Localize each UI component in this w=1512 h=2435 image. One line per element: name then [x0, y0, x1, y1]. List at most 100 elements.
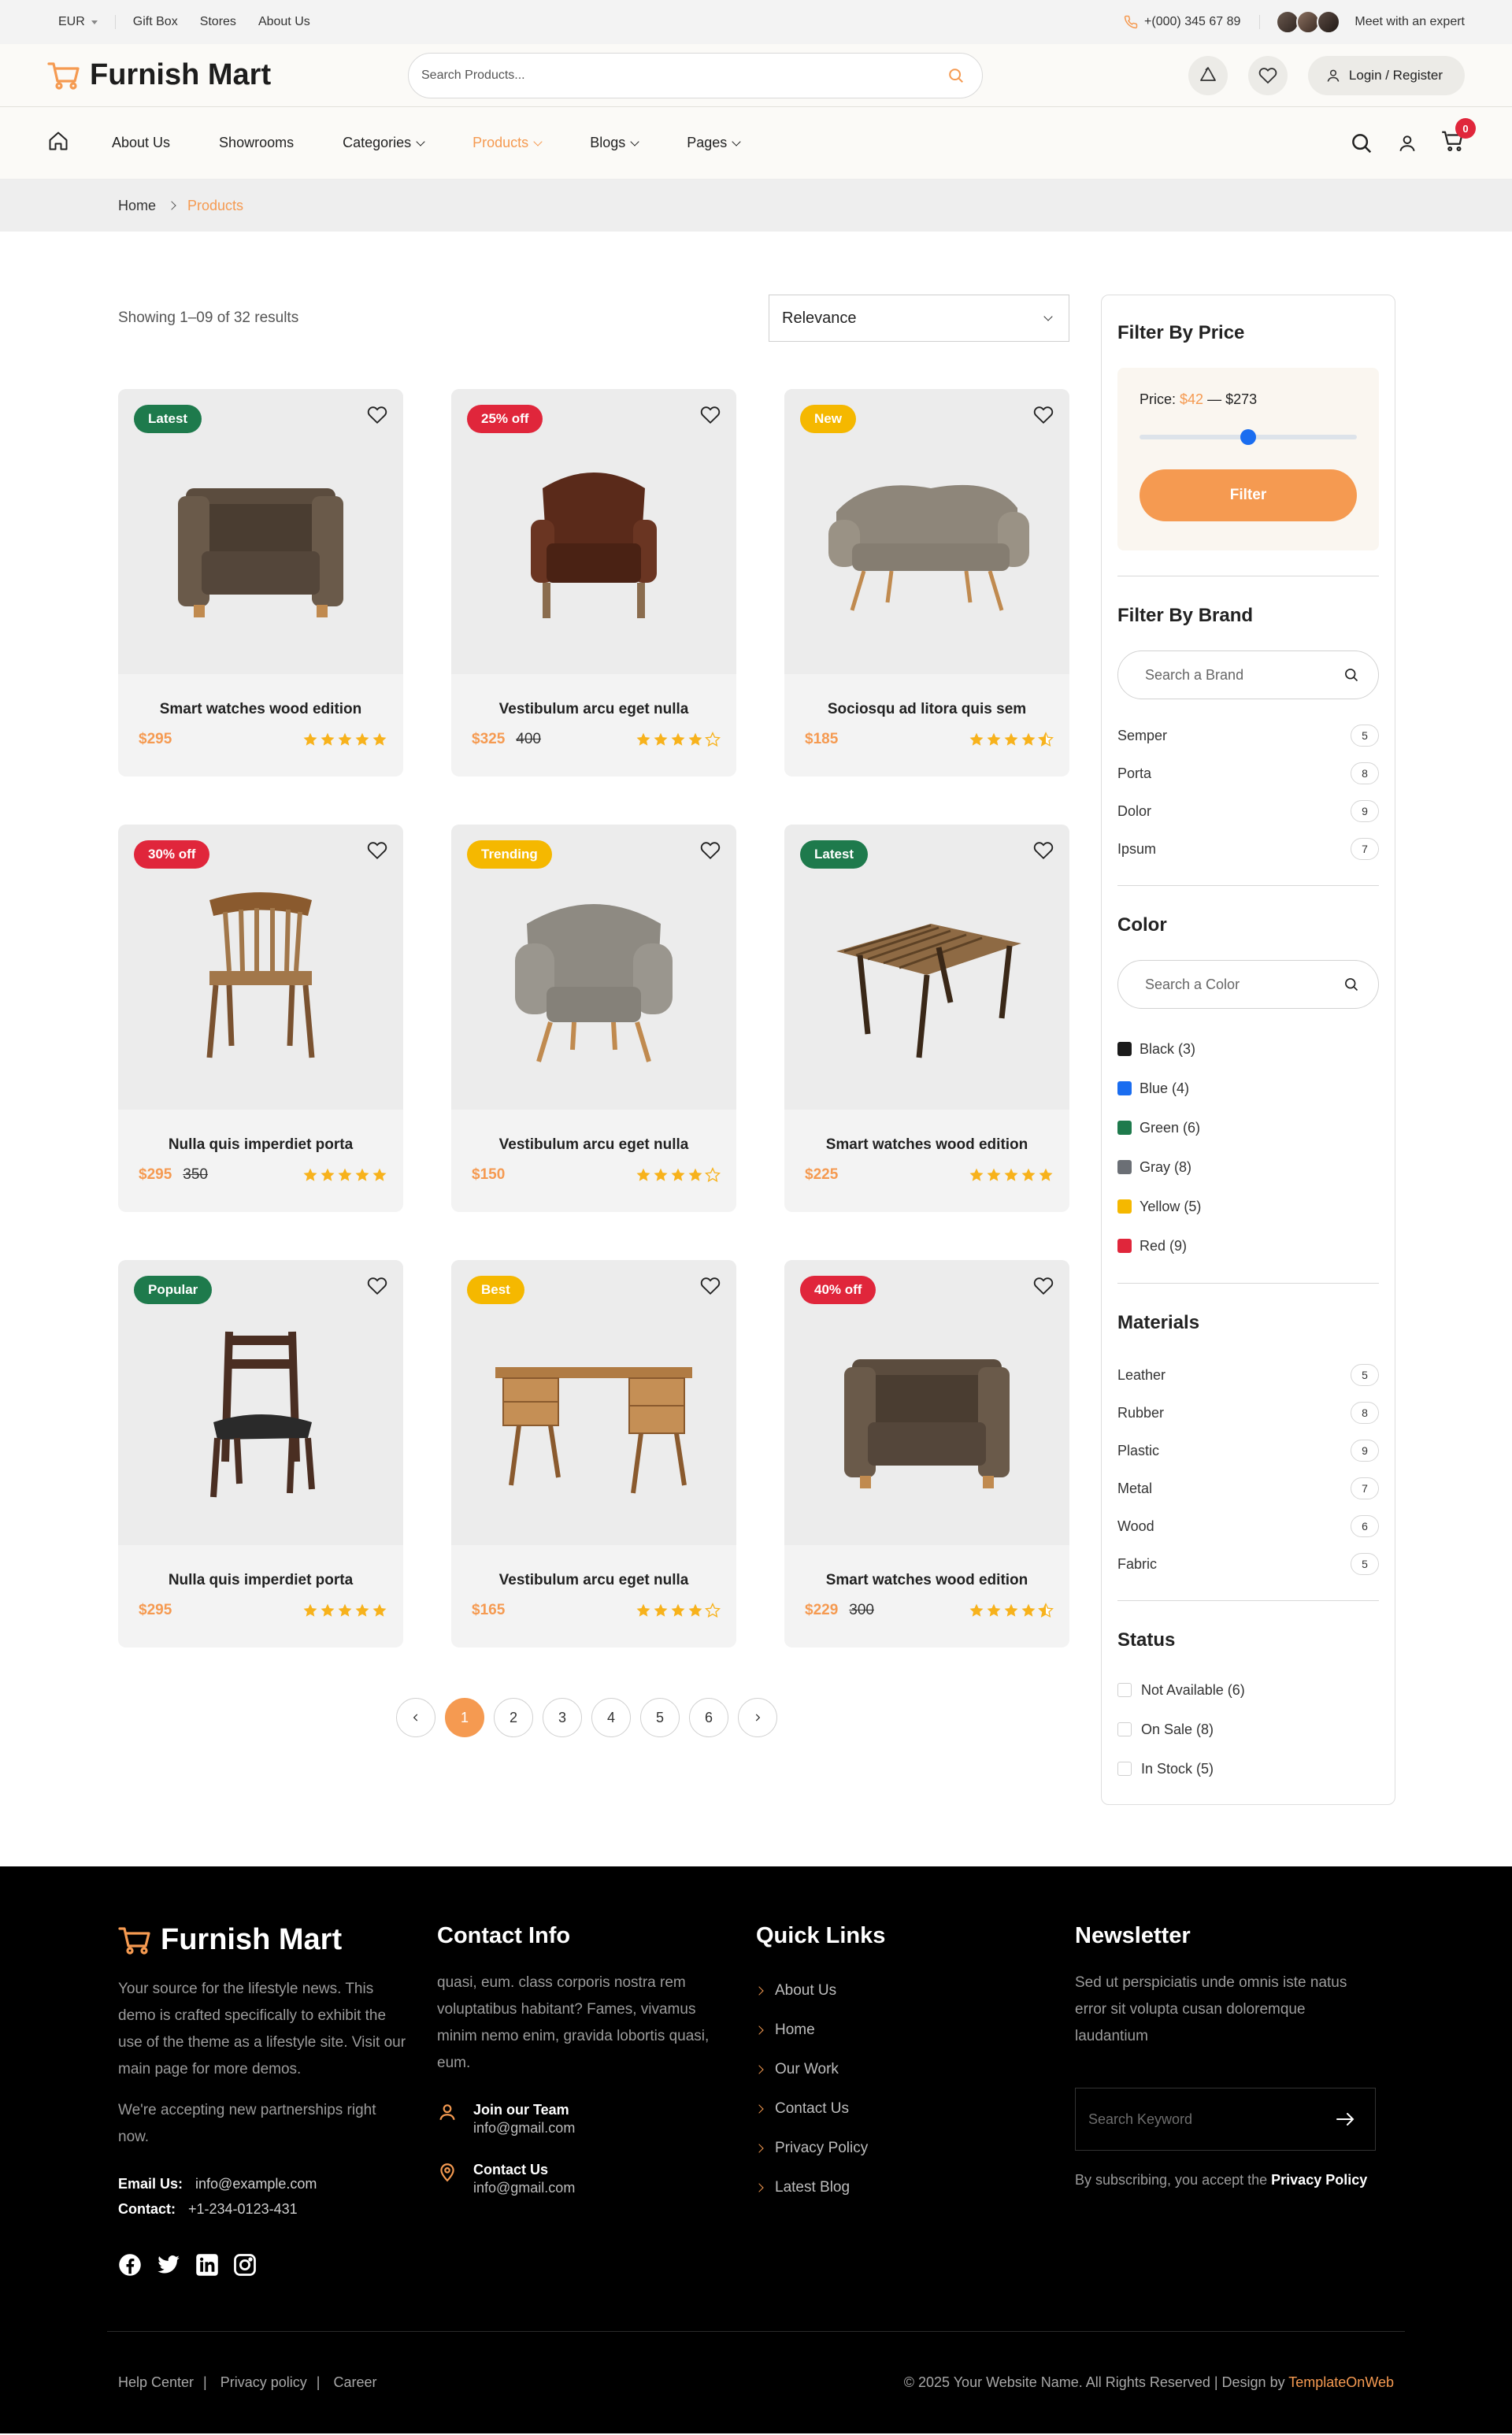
- product-title[interactable]: Nulla quis imperdiet porta: [118, 1572, 403, 1589]
- wishlist-toggle[interactable]: [1033, 405, 1054, 429]
- color-search-input[interactable]: Search a Color: [1117, 960, 1379, 1009]
- wishlist-toggle[interactable]: [700, 840, 721, 865]
- product-image[interactable]: [821, 433, 1033, 630]
- nav-item-showrooms[interactable]: Showrooms: [219, 135, 294, 151]
- arrow-right-icon[interactable]: [1336, 2111, 1356, 2127]
- pagination-page[interactable]: 1: [445, 1698, 484, 1737]
- pagination-prev[interactable]: [396, 1698, 435, 1737]
- product-image[interactable]: [487, 869, 700, 1066]
- product-image-area[interactable]: Popular: [118, 1260, 403, 1545]
- material-option[interactable]: Wood 6: [1117, 1507, 1379, 1545]
- login-register-button[interactable]: Login / Register: [1307, 55, 1465, 95]
- pagination-page[interactable]: 4: [591, 1698, 631, 1737]
- product-image[interactable]: [154, 1304, 367, 1501]
- product-image-area[interactable]: 30% off: [118, 825, 403, 1110]
- nav-item-products[interactable]: Products: [472, 135, 543, 151]
- product-card[interactable]: 30% off Nulla quis imperdiet porta $295 350: [118, 825, 403, 1212]
- newsletter-email-field[interactable]: Search Keyword: [1075, 2088, 1376, 2151]
- search-icon[interactable]: [1343, 667, 1359, 683]
- product-image-area[interactable]: 40% off: [784, 1260, 1069, 1545]
- wishlist-toggle[interactable]: [367, 405, 387, 429]
- wishlist-toggle[interactable]: [367, 840, 387, 865]
- product-image-area[interactable]: New: [784, 389, 1069, 674]
- wishlist-toggle[interactable]: [700, 1276, 721, 1300]
- status-option[interactable]: In Stock (5): [1117, 1749, 1379, 1788]
- toplink-gift-box[interactable]: Gift Box: [133, 15, 178, 29]
- twitter-icon[interactable]: [156, 2253, 181, 2277]
- product-image[interactable]: [821, 1304, 1033, 1501]
- footer-logo[interactable]: Furnish Mart: [118, 1923, 437, 1957]
- product-card[interactable]: 25% off Vestibulum arcu eget nulla $325 400: [451, 389, 736, 776]
- linkedin-icon[interactable]: [195, 2253, 219, 2277]
- contact-us-email[interactable]: info@gmail.com: [473, 2180, 575, 2196]
- wishlist-toggle[interactable]: [1033, 840, 1054, 865]
- color-option[interactable]: Red (9): [1117, 1226, 1379, 1266]
- product-image-area[interactable]: Trending: [451, 825, 736, 1110]
- currency-select[interactable]: EUR: [58, 15, 116, 29]
- slider-handle[interactable]: [1240, 429, 1256, 445]
- product-card[interactable]: New Sociosqu ad litora quis sem $185: [784, 389, 1069, 776]
- status-checkbox[interactable]: [1117, 1683, 1132, 1697]
- material-option[interactable]: Leather 5: [1117, 1356, 1379, 1394]
- toplink-stores[interactable]: Stores: [200, 15, 236, 29]
- product-title[interactable]: Vestibulum arcu eget nulla: [451, 701, 736, 718]
- search-icon[interactable]: [1350, 132, 1373, 155]
- instagram-icon[interactable]: [233, 2253, 257, 2277]
- product-search[interactable]: [408, 52, 983, 98]
- product-title[interactable]: Vestibulum arcu eget nulla: [451, 1572, 736, 1589]
- product-card[interactable]: Latest Smart watches wood edition $225: [784, 825, 1069, 1212]
- meet-expert-link[interactable]: Meet with an expert: [1354, 15, 1465, 29]
- home-link[interactable]: [47, 130, 72, 156]
- toplink-about-us[interactable]: About Us: [258, 15, 310, 29]
- join-team-item[interactable]: Join our Team info@gmail.com: [437, 2102, 756, 2137]
- product-image-area[interactable]: Latest: [118, 389, 403, 674]
- product-title[interactable]: Smart watches wood edition: [784, 1572, 1069, 1589]
- product-title[interactable]: Sociosqu ad litora quis sem: [784, 701, 1069, 718]
- phone-contact[interactable]: +(000) 345 67 89: [1124, 15, 1261, 29]
- product-image-area[interactable]: Best: [451, 1260, 736, 1545]
- pagination-next[interactable]: [738, 1698, 777, 1737]
- nav-item-blogs[interactable]: Blogs: [590, 135, 639, 151]
- product-image[interactable]: [154, 433, 367, 630]
- product-image[interactable]: [487, 433, 700, 630]
- cart-button[interactable]: 0: [1441, 118, 1476, 157]
- product-title[interactable]: Smart watches wood edition: [784, 1136, 1069, 1154]
- status-option[interactable]: Not Available (6): [1117, 1670, 1379, 1710]
- status-option[interactable]: On Sale (8): [1117, 1710, 1379, 1749]
- quick-link[interactable]: About Us: [754, 1971, 1075, 2011]
- pagination-page[interactable]: 5: [640, 1698, 680, 1737]
- status-checkbox[interactable]: [1117, 1762, 1132, 1776]
- color-option[interactable]: Green (6): [1117, 1108, 1379, 1147]
- price-slider[interactable]: [1140, 429, 1357, 445]
- brand-option[interactable]: Semper 5: [1117, 717, 1379, 754]
- material-option[interactable]: Plastic 9: [1117, 1432, 1379, 1470]
- help-center-link[interactable]: Help Center: [118, 2374, 194, 2390]
- nav-item-categories[interactable]: Categories: [343, 135, 425, 151]
- product-card[interactable]: Best Vestibulum arcu eget nulla $165: [451, 1260, 736, 1647]
- product-image-area[interactable]: Latest: [784, 825, 1069, 1110]
- designer-link[interactable]: TemplateOnWeb: [1288, 2374, 1394, 2390]
- search-input[interactable]: [421, 68, 947, 83]
- join-team-email[interactable]: info@gmail.com: [473, 2120, 575, 2137]
- brand-option[interactable]: Dolor 9: [1117, 792, 1379, 830]
- career-link[interactable]: Career: [333, 2374, 376, 2390]
- search-icon[interactable]: [1343, 977, 1359, 992]
- account-icon[interactable]: [1397, 133, 1418, 154]
- sort-select[interactable]: Relevance: [769, 295, 1069, 342]
- color-option[interactable]: Blue (4): [1117, 1069, 1379, 1108]
- product-title[interactable]: Vestibulum arcu eget nulla: [451, 1136, 736, 1154]
- product-title[interactable]: Nulla quis imperdiet porta: [118, 1136, 403, 1154]
- breadcrumb-home[interactable]: Home: [118, 198, 156, 214]
- quick-link[interactable]: Latest Blog: [754, 2168, 1075, 2207]
- product-image[interactable]: [821, 869, 1033, 1066]
- pagination-page[interactable]: 3: [543, 1698, 582, 1737]
- product-title[interactable]: Smart watches wood edition: [118, 701, 403, 718]
- wishlist-toggle[interactable]: [367, 1276, 387, 1300]
- brand-search-input[interactable]: Search a Brand: [1117, 650, 1379, 699]
- logo[interactable]: Furnish Mart: [47, 58, 408, 92]
- material-option[interactable]: Metal 7: [1117, 1470, 1379, 1507]
- pagination-page[interactable]: 6: [689, 1698, 728, 1737]
- product-image[interactable]: [487, 1304, 700, 1501]
- product-card[interactable]: Popular Nulla quis imperdiet porta $295: [118, 1260, 403, 1647]
- pagination-page[interactable]: 2: [494, 1698, 533, 1737]
